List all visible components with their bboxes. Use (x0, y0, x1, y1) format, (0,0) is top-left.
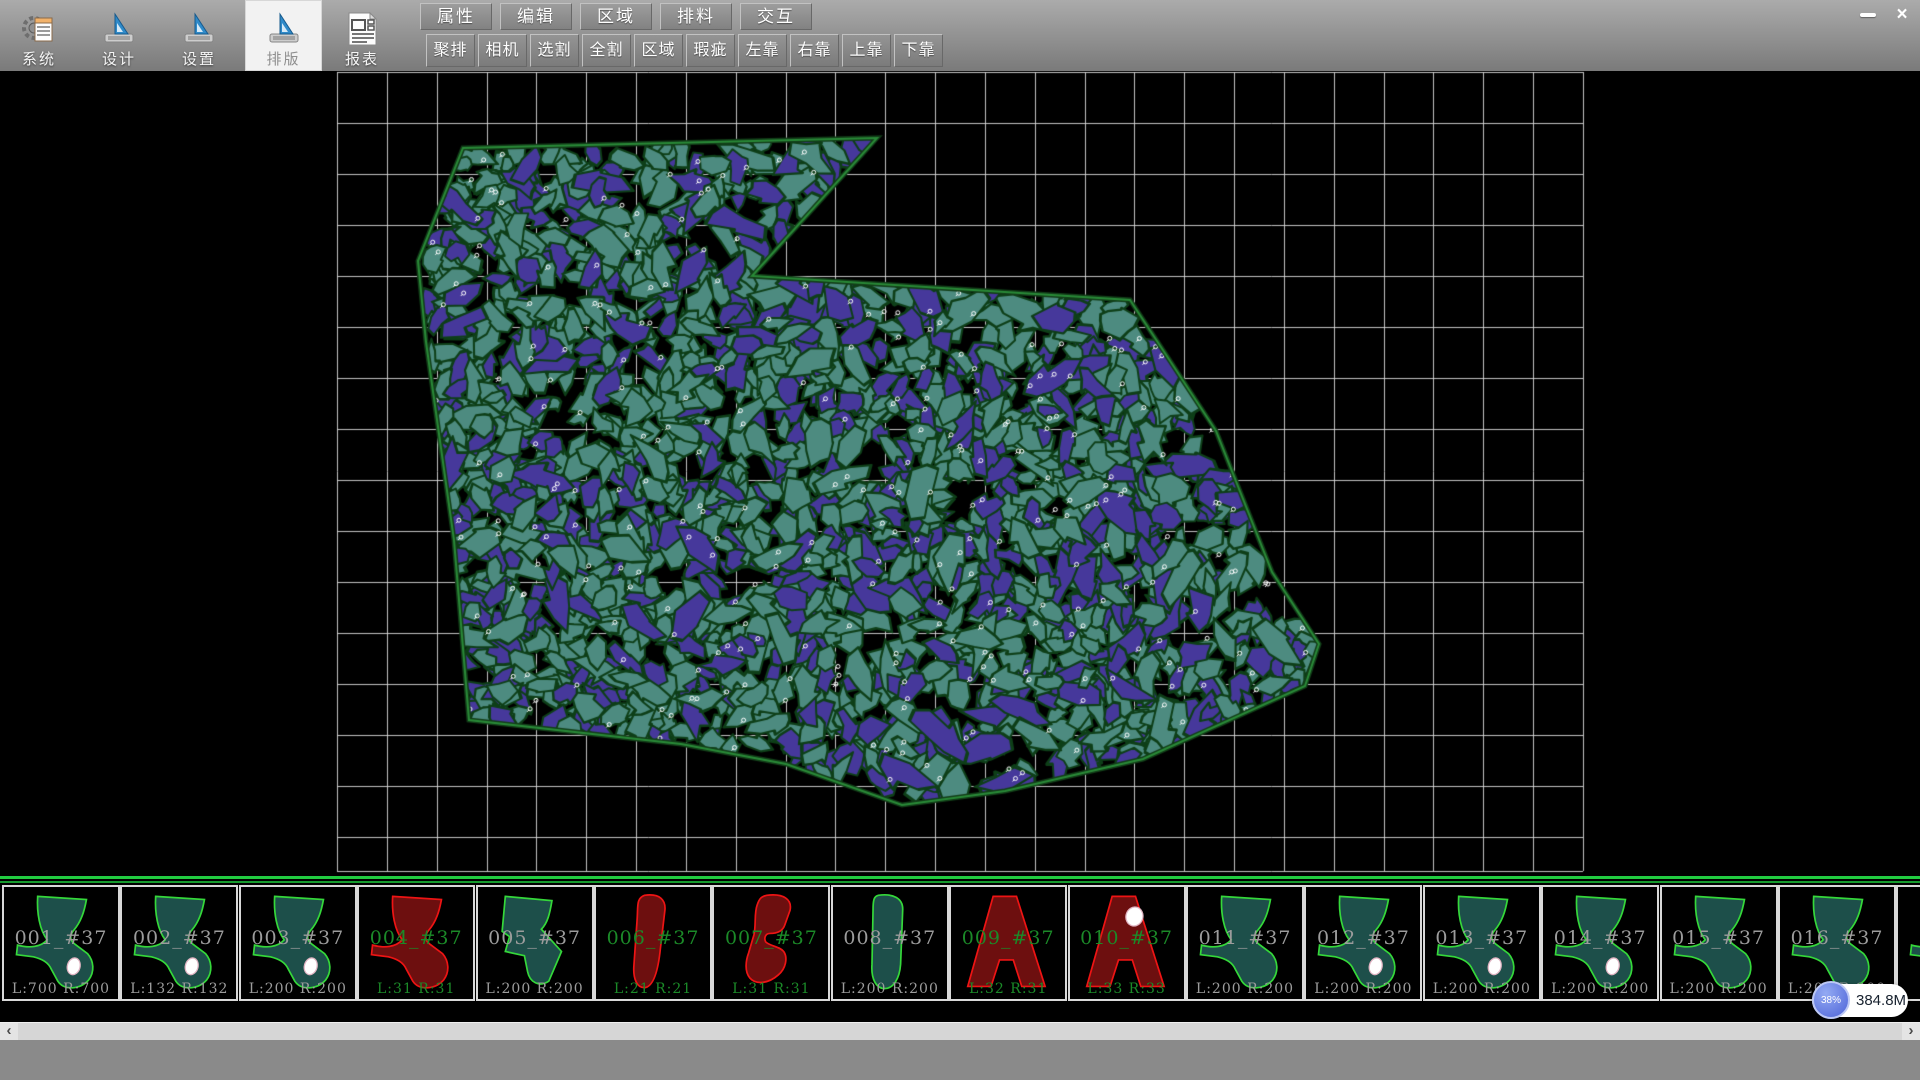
piece-thumbnail[interactable]: 009_#37 L:32 R:31 (949, 885, 1067, 1001)
piece-id-label: 014_#37 (1543, 927, 1657, 949)
piece-thumbnail[interactable]: 003_#37 L:200 R:200 (239, 885, 357, 1001)
horizontal-scrollbar[interactable]: ‹ › (0, 1022, 1920, 1040)
piece-id-label: 008_#37 (833, 927, 947, 949)
tool-defect[interactable]: 瑕疵 (686, 34, 735, 67)
piece-thumbnail[interactable]: 014_#37 L:200 R:200 (1541, 885, 1659, 1001)
piece-counts-label: L:33 R:33 (1070, 981, 1184, 997)
piece-counts-label: L:31 R:31 (359, 981, 473, 997)
app-tile-design[interactable]: 设计 (85, 0, 153, 71)
strip-divider-line (0, 881, 1920, 883)
memory-badge: 38% 384.8M (1812, 984, 1908, 1017)
menu-properties[interactable]: 属性 (420, 3, 492, 30)
app-tile-layout[interactable]: 排版 (245, 0, 322, 71)
toolbar: 系统 设计 设置 排版 (0, 0, 1920, 72)
piece-id-label: 007_#37 (714, 927, 828, 949)
piece-thumbnail[interactable]: 011_#37 L:200 R:200 (1186, 885, 1304, 1001)
piece-counts-label: L:200 R:200 (1188, 981, 1302, 997)
menu-edit[interactable]: 编辑 (500, 3, 572, 30)
piece-counts-label: L:700 R:700 (4, 981, 118, 997)
piece-counts-label: L:200 R:200 (1306, 981, 1420, 997)
app-tile-label: 报表 (345, 48, 379, 69)
piece-counts-label: L:200 R:200 (1662, 981, 1776, 997)
piece-id-label: 0 (1898, 927, 1920, 949)
status-bar (0, 1040, 1920, 1080)
piece-id-label: 001_#37 (4, 927, 118, 949)
tool-camera[interactable]: 相机 (478, 34, 527, 67)
set-square-icon (266, 11, 302, 47)
piece-thumbnail[interactable]: 010_#37 L:33 R:33 (1068, 885, 1186, 1001)
tool-cluster-nest[interactable]: 聚排 (426, 34, 475, 67)
scroll-left-icon[interactable]: ‹ (0, 1023, 18, 1040)
piece-thumbnail[interactable]: 012_#37 L:200 R:200 (1304, 885, 1422, 1001)
piece-id-label: 013_#37 (1425, 927, 1539, 949)
piece-id-label: 005_#37 (478, 927, 592, 949)
menu-nesting[interactable]: 排料 (660, 3, 732, 30)
app-tile-label: 系统 (22, 48, 56, 69)
tool-snap-top[interactable]: 上靠 (842, 34, 891, 67)
memory-value: 384.8M (1856, 984, 1906, 1017)
tool-cut-all[interactable]: 全割 (582, 34, 631, 67)
piece-id-label: 002_#37 (122, 927, 236, 949)
piece-thumbnail[interactable]: 004_#37 L:31 R:31 (357, 885, 475, 1001)
piece-counts-label: L:32 R:31 (951, 981, 1065, 997)
gear-doc-icon (21, 11, 57, 47)
piece-thumbnail[interactable]: 007_#37 L:31 R:31 (712, 885, 830, 1001)
app-tile-label: 设置 (182, 48, 216, 69)
minimize-button[interactable] (1851, 3, 1885, 28)
piece-id-label: 010_#37 (1070, 927, 1184, 949)
piece-thumbnail[interactable]: 001_#37 L:700 R:700 (2, 885, 120, 1001)
app-tile-label: 设计 (102, 48, 136, 69)
piece-id-label: 004_#37 (359, 927, 473, 949)
menu-interact[interactable]: 交互 (740, 3, 812, 30)
piece-counts-label: L:200 R:200 (241, 981, 355, 997)
piece-id-label: 016_#37 (1780, 927, 1894, 949)
tool-snap-bottom[interactable]: 下靠 (894, 34, 943, 67)
progress-circle: 38% (1812, 981, 1850, 1019)
piece-thumbnail[interactable]: 013_#37 L:200 R:200 (1423, 885, 1541, 1001)
tool-snap-left[interactable]: 左靠 (738, 34, 787, 67)
tool-snap-right[interactable]: 右靠 (790, 34, 839, 67)
scroll-right-icon[interactable]: › (1902, 1023, 1920, 1040)
close-icon: × (1896, 4, 1907, 25)
set-square-icon (181, 11, 217, 47)
piece-counts-label: L:200 R:200 (1425, 981, 1539, 997)
piece-thumbnail[interactable]: 008_#37 L:200 R:200 (831, 885, 949, 1001)
menu-region[interactable]: 区域 (580, 3, 652, 30)
piece-id-label: 006_#37 (596, 927, 710, 949)
piece-counts-label: L:31 R:31 (714, 981, 828, 997)
piece-thumbnail[interactable]: 006_#37 L:21 R:21 (594, 885, 712, 1001)
app-tile-settings[interactable]: 设置 (165, 0, 233, 71)
piece-id-label: 003_#37 (241, 927, 355, 949)
piece-counts-label: L:200 R:200 (478, 981, 592, 997)
app-tile-report[interactable]: 报表 (328, 0, 396, 71)
piece-thumbnail-strip: 001_#37L:700 R:700002_#37L:132 R:132003_… (0, 876, 1920, 1008)
set-square-icon (101, 11, 137, 47)
piece-id-label: 009_#37 (951, 927, 1065, 949)
piece-counts-label: L:200 R:200 (1543, 981, 1657, 997)
tool-select-cut[interactable]: 选割 (530, 34, 579, 67)
minimize-icon (1860, 13, 1876, 17)
piece-counts-label: L:21 R:21 (596, 981, 710, 997)
piece-counts-label: L:200 R:200 (833, 981, 947, 997)
report-doc-icon (344, 11, 380, 47)
piece-counts-label: L:132 R:132 (122, 981, 236, 997)
piece-id-label: 011_#37 (1188, 927, 1302, 949)
close-button[interactable]: × (1887, 3, 1917, 28)
piece-id-label: 015_#37 (1662, 927, 1776, 949)
tool-region[interactable]: 区域 (634, 34, 683, 67)
piece-thumbnail[interactable]: 005_#37 L:200 R:200 (476, 885, 594, 1001)
app-tile-system[interactable]: 系统 (5, 0, 73, 71)
nesting-viewport[interactable] (0, 71, 1920, 876)
strip-divider-line (0, 876, 1920, 879)
piece-id-label: 012_#37 (1306, 927, 1420, 949)
app-tile-label: 排版 (266, 48, 300, 69)
piece-thumbnail[interactable]: 015_#37 L:200 R:200 (1660, 885, 1778, 1001)
piece-thumbnail[interactable]: 002_#37 L:132 R:132 (120, 885, 238, 1001)
